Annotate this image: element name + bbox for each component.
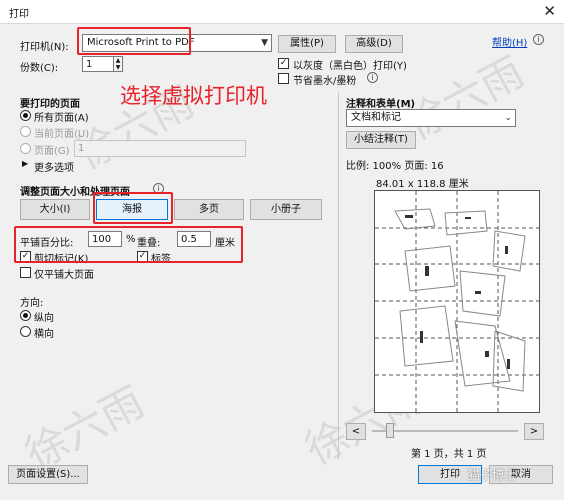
printer-label: 打印机(N): xyxy=(20,42,69,53)
copies-stepper[interactable]: ▲ ▼ xyxy=(113,56,123,72)
comments-select[interactable]: 文档和标记 ⌄ xyxy=(346,109,516,127)
chevron-down-icon: ⌄ xyxy=(504,113,512,123)
all-pages-label: 所有页面(A) xyxy=(34,113,89,124)
info-icon[interactable]: i xyxy=(367,72,378,83)
info-icon[interactable]: i xyxy=(533,34,544,45)
print-preview xyxy=(374,190,540,413)
summarize-comments-button[interactable]: 小结注释(T) xyxy=(346,131,416,149)
highlight-poster-button xyxy=(93,192,173,224)
panel-divider xyxy=(338,92,339,460)
next-page-button[interactable]: > xyxy=(524,423,544,440)
landscape-label: 横向 xyxy=(34,329,54,340)
copies-label: 份数(C): xyxy=(20,63,59,74)
grayscale-checkbox[interactable]: ✓ xyxy=(278,58,289,69)
tile-large-checkbox[interactable] xyxy=(20,267,31,278)
preview-size-text: 84.01 x 118.8 厘米 xyxy=(376,179,469,190)
help-link[interactable]: 帮助(H) xyxy=(492,34,527,49)
more-options-link[interactable]: 更多选项 xyxy=(34,159,74,174)
copies-input[interactable]: 1 xyxy=(82,56,114,72)
comments-selected-value: 文档和标记 xyxy=(351,112,401,123)
save-ink-label: 节省墨水/墨粉 xyxy=(293,76,357,87)
annotation-caption: 选择虚拟打印机 xyxy=(120,84,267,108)
pages-label: 页面(G) xyxy=(34,146,70,157)
current-page-radio[interactable] xyxy=(20,126,31,137)
close-icon[interactable]: ✕ xyxy=(543,2,556,20)
pages-input[interactable]: 1 xyxy=(74,140,246,157)
size-button[interactable]: 大小(I) xyxy=(20,199,90,220)
previous-page-button[interactable]: < xyxy=(346,423,366,440)
corner-watermark: 猫子博士 xyxy=(468,468,517,482)
page-setup-button[interactable]: 页面设置(S)... xyxy=(8,465,88,484)
grayscale-label: 以灰度（黑白色）打印(Y) xyxy=(293,61,407,72)
orientation-title: 方向: xyxy=(20,298,44,309)
multiple-button[interactable]: 多页 xyxy=(174,199,244,220)
pages-section-title: 要打印的页面 xyxy=(20,99,80,110)
expand-triangle-icon[interactable]: ▶ xyxy=(22,159,28,168)
chevron-down-icon: ▼ xyxy=(261,38,268,48)
save-ink-checkbox[interactable] xyxy=(278,73,289,84)
page-status-text: 第 1 页，共 1 页 xyxy=(411,449,487,460)
preview-scale-text: 比例: 100% 页面: 16 xyxy=(346,161,444,172)
pages-radio[interactable] xyxy=(20,143,31,154)
portrait-radio[interactable] xyxy=(20,310,31,321)
all-pages-radio[interactable] xyxy=(20,110,31,121)
landscape-radio[interactable] xyxy=(20,326,31,337)
properties-button[interactable]: 属性(P) xyxy=(278,35,336,53)
booklet-button[interactable]: 小册子 xyxy=(250,199,322,220)
portrait-label: 纵向 xyxy=(34,313,54,324)
preview-poster-tiles xyxy=(375,191,539,412)
current-page-label: 当前页面(U) xyxy=(34,129,90,140)
highlight-printer-select xyxy=(77,27,191,55)
highlight-poster-settings xyxy=(14,226,243,263)
window-title: 打印 xyxy=(9,9,29,20)
tile-large-label: 仅平铺大页面 xyxy=(34,270,94,281)
comments-section-title: 注释和表单(M) xyxy=(346,99,416,110)
title-bar: 打印 ✕ xyxy=(0,0,564,24)
page-slider-thumb[interactable] xyxy=(386,423,394,438)
advanced-button[interactable]: 高级(D) xyxy=(345,35,403,53)
